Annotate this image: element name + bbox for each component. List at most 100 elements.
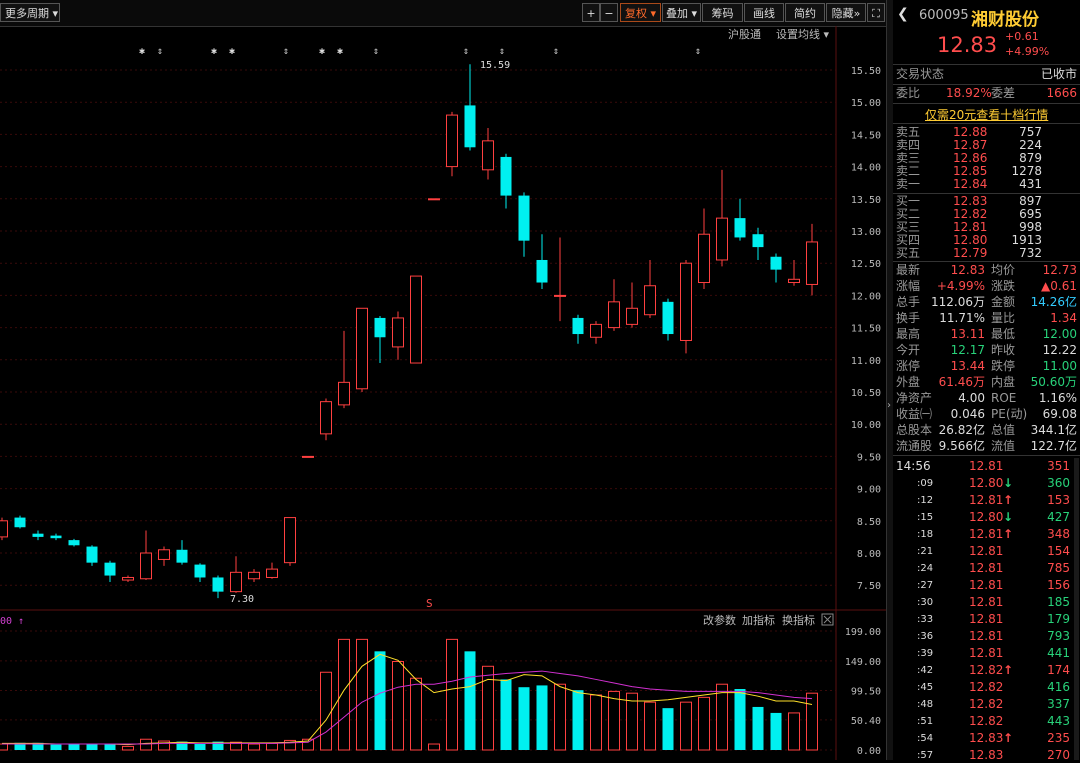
event-markers: ✱ ⇕ ✱ ✱ ⇕ ✱ ✱ ⇕ ⇕ ⇕ ⇕ ⇕ [139, 46, 701, 57]
price-axis-label: 15.00 [851, 98, 881, 109]
quote-value: 122.7亿 [1030, 439, 1077, 453]
tick-volume: 235 [1047, 731, 1070, 745]
price-change-pct: +4.99% [1005, 45, 1050, 58]
candle [716, 169, 728, 267]
volume-axis-label: 50.40 [851, 716, 881, 727]
tick-row: :21 12.81 154 [893, 544, 1080, 559]
quote-label: 最高 [896, 327, 921, 341]
tick-volume: 416 [1047, 680, 1070, 694]
candle [14, 515, 26, 529]
tick-volume: 179 [1047, 612, 1070, 626]
quote-value: 11.00 [1042, 359, 1077, 373]
order-volume: 431 [1019, 177, 1042, 191]
sell-order-row: 卖一 12.84 431 [893, 177, 1080, 192]
quote-value: 14.26亿 [1030, 295, 1077, 309]
event-marker-icon: ⇕ [283, 46, 289, 57]
candle [734, 198, 746, 241]
candle [212, 575, 224, 599]
quote-label: 涨幅 [896, 279, 921, 293]
quote-value: 12.00 [1042, 327, 1077, 341]
tick-row: :18 12.81 ↑ 348 [893, 527, 1080, 542]
candle [698, 208, 710, 289]
volume-bar [518, 687, 530, 750]
volume-bar [266, 742, 278, 751]
collapse-arrow-icon[interactable]: › [887, 400, 892, 420]
candle [500, 153, 512, 209]
volume-bar [608, 690, 620, 751]
tick-row: :12 12.81 ↑ 153 [893, 493, 1080, 508]
volume-bar [194, 744, 206, 750]
tick-volume: 185 [1047, 595, 1070, 609]
tick-volume: 360 [1047, 476, 1070, 490]
tick-price: 12.82 [969, 663, 1004, 677]
tick-time: :33 [917, 614, 934, 625]
volume-bar [806, 692, 818, 751]
quote-value: 26.82亿 [938, 423, 985, 437]
candle [464, 64, 476, 151]
kline-chart[interactable]: 15.50 15.00 14.50 14.00 13.50 13.00 12.50 12.00… [0, 0, 886, 760]
quote-label: 金额 [991, 295, 1016, 309]
volume-bar [716, 683, 728, 751]
quote-label: 昨收 [991, 343, 1016, 357]
tick-price: 12.81 [969, 612, 1004, 626]
quote-row: 外盘 61.46万 内盘 50.60万 [893, 375, 1080, 390]
candle [50, 533, 62, 541]
tick-time: :51 [917, 716, 934, 727]
add-indicator-link: 加指标 [742, 613, 775, 627]
quote-label: 净资产 [896, 391, 933, 405]
volume-bar [464, 651, 476, 750]
volume-bar [428, 743, 440, 751]
volume-bar [446, 638, 458, 751]
candle [248, 569, 260, 582]
event-marker-icon: ✱ [211, 46, 217, 57]
tick-time: :42 [917, 665, 934, 676]
tick-volume: 427 [1047, 510, 1070, 524]
price-axis-label: 10.00 [851, 420, 881, 431]
tick-price: 12.81 [969, 646, 1004, 660]
weibi-label: 委比 [896, 86, 921, 100]
volume-bar [338, 638, 350, 751]
quote-label: 均价 [991, 263, 1016, 277]
price-axis-label: 15.50 [851, 66, 881, 77]
tick-scrollbar[interactable] [1074, 458, 1079, 760]
quote-label: 总手 [896, 295, 921, 309]
price-axis-label: 7.50 [857, 581, 881, 592]
candle [806, 223, 818, 296]
order-price: 12.79 [953, 246, 988, 260]
event-marker-icon: ✱ [319, 46, 325, 57]
quote-value: 50.60万 [1030, 375, 1077, 389]
level10-promo-link[interactable]: 仅需20元查看十档行情 [925, 106, 1048, 123]
tick-volume: 154 [1047, 544, 1070, 558]
price-axis-label: 9.50 [857, 452, 881, 463]
quote-row: 收益㈠ 0.046 PE(动) 69.08 [893, 407, 1080, 422]
price-change: +0.61 [1005, 30, 1039, 43]
candle [428, 198, 440, 201]
trade-status-row: 交易状态 已收市 [893, 67, 1080, 82]
volume-axis-label: 0.00 [857, 746, 881, 757]
close-indicator-button[interactable] [821, 613, 834, 626]
divider [893, 455, 1080, 456]
quote-label: 涨跌 [991, 279, 1016, 293]
quote-value: 12.17 [950, 343, 985, 357]
event-marker-icon: ✱ [229, 46, 235, 57]
candle [410, 275, 422, 364]
price-axis-label: 12.00 [851, 291, 881, 302]
candle [752, 227, 764, 260]
quote-label: 换手 [896, 311, 921, 325]
back-arrow-icon[interactable]: ❮ [897, 6, 909, 22]
quote-row: 换手 11.71% 量比 1.34 [893, 311, 1080, 326]
arrow-up-icon: ↑ [1003, 527, 1014, 541]
price-axis-label: 10.50 [851, 388, 881, 399]
tick-volume: 153 [1047, 493, 1070, 507]
tick-price: 12.81 [969, 629, 1004, 643]
price-axis-label: 11.00 [851, 356, 881, 367]
divider [893, 123, 1080, 124]
tick-volume: 174 [1047, 663, 1070, 677]
tick-time: :21 [917, 546, 934, 557]
tick-volume: 785 [1047, 561, 1070, 575]
tick-volume: 441 [1047, 646, 1070, 660]
volume-bar [86, 744, 98, 750]
quote-label: 收益㈠ [896, 407, 933, 421]
volume-bar [176, 741, 188, 750]
quote-row: 净资产 4.00 ROE 1.16% [893, 391, 1080, 406]
